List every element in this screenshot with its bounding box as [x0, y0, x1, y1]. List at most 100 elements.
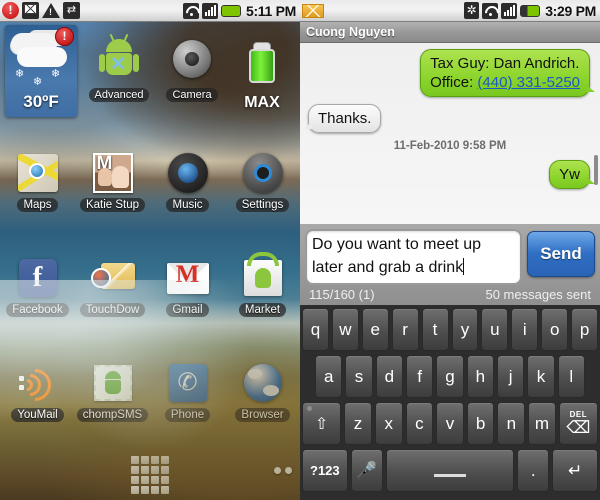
right-status-right: ✲ 3:29 PM: [464, 2, 600, 19]
key-a[interactable]: a: [315, 355, 343, 398]
key-p[interactable]: p: [571, 308, 599, 351]
widget-row: ❄ ❄ ❄ ! 30ºF ✕ Advanced Camera MAX: [0, 22, 300, 140]
key-v[interactable]: v: [436, 402, 464, 445]
app-youmail[interactable]: YouMail: [0, 350, 75, 455]
shortcut-camera[interactable]: Camera: [155, 30, 229, 107]
snowflake-icon: ❄: [15, 68, 25, 80]
mic-icon[interactable]: 🎤: [350, 449, 383, 492]
app-label: TouchDow: [79, 303, 146, 317]
app-label: Settings: [235, 198, 290, 212]
app-market[interactable]: Market: [225, 245, 300, 350]
message-bubble-incoming[interactable]: Thanks.: [302, 104, 382, 133]
key-u[interactable]: u: [481, 308, 509, 351]
app-facebook[interactable]: f Facebook: [0, 245, 75, 350]
period-key[interactable]: .: [517, 449, 550, 492]
bluetooth-icon: ✲: [464, 2, 480, 19]
key-r[interactable]: r: [391, 308, 419, 351]
app-label: Market: [238, 303, 287, 317]
shift-arrow-icon: ⇧: [314, 415, 329, 433]
key-z[interactable]: z: [344, 402, 372, 445]
text-caret: [463, 258, 465, 275]
space-glyph-icon: [434, 474, 466, 477]
key-b[interactable]: b: [466, 402, 495, 445]
message-input-text: Do you want to meet up later and grab a …: [312, 236, 481, 276]
wifi-icon: [182, 2, 199, 19]
right-status-bar: ✲ 3:29 PM: [300, 0, 600, 22]
shift-key[interactable]: ⇧: [302, 402, 342, 445]
camera-lens-icon: [155, 30, 229, 88]
warning-triangle-icon: [42, 3, 60, 18]
app-music[interactable]: Music: [150, 140, 225, 245]
key-i[interactable]: i: [511, 308, 539, 351]
space-key[interactable]: [385, 449, 515, 492]
key-e[interactable]: e: [361, 308, 389, 351]
compose-area: Do you want to meet up later and grab a …: [300, 224, 600, 305]
key-s[interactable]: s: [345, 355, 373, 398]
key-w[interactable]: w: [331, 308, 359, 351]
left-status-bar: ! ⇄ 5:11 PM: [0, 0, 300, 22]
key-m[interactable]: m: [528, 402, 556, 445]
send-button[interactable]: Send: [527, 231, 595, 277]
weather-temperature: 30ºF: [23, 92, 59, 111]
compose-row: Do you want to meet up later and grab a …: [305, 229, 595, 285]
message-bubble-outgoing[interactable]: Tax Guy: Dan Andrich. Office: (440) 331-…: [420, 49, 595, 97]
thread-scrollbar[interactable]: [594, 155, 598, 185]
app-label: Facebook: [6, 303, 69, 317]
app-chompsms[interactable]: chompSMS: [75, 350, 150, 455]
message-thread[interactable]: Tax Guy: Dan Andrich. Office: (440) 331-…: [300, 43, 600, 224]
app-phone[interactable]: ✆ Phone: [150, 350, 225, 455]
app-browser[interactable]: Browser: [225, 350, 300, 455]
key-j[interactable]: j: [496, 355, 525, 398]
app-drawer-grid-icon[interactable]: [131, 456, 169, 494]
snowflake-icon: ❄: [51, 68, 61, 80]
office-prefix: Office:: [430, 74, 478, 91]
key-q[interactable]: q: [301, 308, 329, 351]
alert-circle-icon: !: [2, 2, 19, 19]
key-y[interactable]: y: [451, 308, 479, 351]
battery-widget[interactable]: MAX: [225, 34, 299, 112]
contact-photo-icon: M: [75, 148, 150, 198]
shortcut-label: Advanced: [88, 88, 150, 102]
phone-number-link[interactable]: (440) 331-5250: [477, 74, 580, 91]
key-c[interactable]: c: [405, 402, 434, 445]
app-settings[interactable]: Settings: [225, 140, 300, 245]
backspace-icon: ⌫: [566, 418, 591, 437]
key-l[interactable]: l: [557, 355, 585, 398]
gmail-icon: M: [150, 253, 225, 303]
symbols-key[interactable]: ?123: [302, 449, 348, 492]
enter-key[interactable]: ↵: [552, 449, 598, 492]
app-shortcut-grid: Maps M Katie Stup Music Settings f Faceb…: [0, 140, 300, 455]
app-label: YouMail: [11, 408, 64, 422]
message-row: Thanks.: [302, 104, 596, 133]
left-clock: 5:11 PM: [245, 2, 296, 19]
app-katie-stup[interactable]: M Katie Stup: [75, 140, 150, 245]
phone-icon: ✆: [150, 358, 225, 408]
android-bot-icon: ✕: [82, 30, 156, 88]
delete-key[interactable]: DEL ⌫: [558, 402, 598, 445]
message-row: Yw: [304, 160, 596, 189]
key-f[interactable]: f: [406, 355, 434, 398]
key-t[interactable]: t: [421, 308, 449, 351]
key-o[interactable]: o: [541, 308, 569, 351]
app-touchdown[interactable]: TouchDow: [75, 245, 150, 350]
conversation-header: Cuong Nguyen: [300, 22, 600, 43]
app-maps[interactable]: Maps: [0, 140, 75, 245]
shortcut-advanced[interactable]: ✕ Advanced: [82, 30, 156, 107]
message-input[interactable]: Do you want to meet up later and grab a …: [305, 229, 522, 285]
key-g[interactable]: g: [436, 355, 464, 398]
message-bubble-outgoing[interactable]: Yw: [549, 160, 595, 189]
app-label: Browser: [235, 408, 290, 422]
key-n[interactable]: n: [497, 402, 526, 445]
on-screen-keyboard: q w e r t y u i o p a s d f g h j k l ⇧ …: [300, 305, 600, 500]
weather-widget[interactable]: ❄ ❄ ❄ ! 30ºF: [5, 25, 77, 117]
app-gmail[interactable]: M Gmail: [150, 245, 225, 350]
key-x[interactable]: x: [374, 402, 403, 445]
key-k[interactable]: k: [527, 355, 555, 398]
key-d[interactable]: d: [375, 355, 403, 398]
keyboard-row-3: ⇧ z x c v b n m DEL ⌫: [302, 402, 598, 445]
battery-icon: [520, 4, 541, 17]
keyboard-row-4: ?123 🎤 . ↵: [302, 449, 598, 492]
wifi-icon: [482, 2, 499, 19]
dual-phone-screenshot: ! ⇄ 5:11 PM ❄ ❄ ❄: [0, 0, 600, 500]
key-h[interactable]: h: [466, 355, 494, 398]
